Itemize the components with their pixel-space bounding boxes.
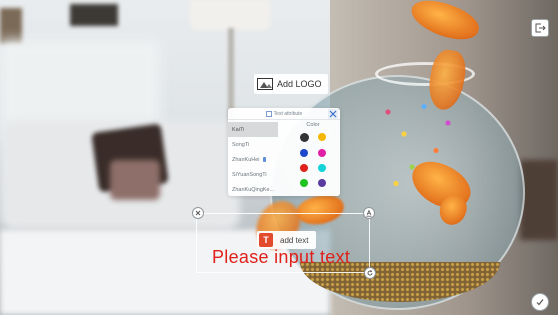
add-logo-button[interactable]: Add LOGO	[254, 74, 328, 94]
add-text-label: add text	[280, 235, 309, 245]
font-option-siyuansongti[interactable]: SiYuanSongTi	[228, 167, 278, 182]
panel-title: Text attribute	[273, 110, 303, 117]
font-option-zhankuqingke[interactable]: ZhanKuQingKe...	[228, 182, 278, 197]
color-swatch[interactable]	[300, 133, 309, 142]
wall-frame	[70, 4, 118, 26]
close-icon	[329, 110, 337, 118]
check-icon	[536, 299, 544, 306]
text-input-placeholder[interactable]: Please input text	[212, 247, 350, 268]
scroll-indicator	[262, 157, 266, 162]
text-attribute-panel: Text attribute KaiTi SongTi ZhanKuHei Si…	[228, 108, 340, 196]
cushion	[520, 160, 558, 240]
font-option-label: SongTi	[232, 141, 250, 148]
color-swatch[interactable]	[300, 149, 308, 157]
color-label: Color	[306, 122, 320, 128]
font-option-label: SiYuanSongTi	[232, 171, 267, 178]
color-swatch[interactable]	[318, 133, 326, 141]
rotate-icon	[367, 270, 373, 276]
lamp-shade	[190, 0, 270, 30]
text-style-button[interactable]	[363, 207, 375, 219]
color-swatch[interactable]	[318, 164, 326, 172]
export-icon	[535, 23, 546, 33]
pillow	[110, 160, 160, 200]
color-swatch[interactable]	[318, 179, 326, 187]
panel-header: Text attribute	[228, 108, 340, 120]
color-swatch[interactable]	[300, 179, 308, 187]
font-list: KaiTi SongTi ZhanKuHei SiYuanSongTi Zhan…	[228, 122, 278, 197]
color-swatch[interactable]	[318, 149, 326, 157]
font-option-label: ZhanKuHei	[232, 156, 260, 163]
font-option-zhankuhei[interactable]: ZhanKuHei	[228, 152, 278, 167]
font-option-songti[interactable]: SongTi	[228, 137, 278, 152]
delete-text-button[interactable]	[192, 207, 204, 219]
confirm-button[interactable]	[531, 293, 549, 311]
text-icon: T	[259, 233, 273, 247]
close-icon	[195, 210, 201, 216]
font-option-label: ZhanKuQingKe...	[232, 186, 275, 193]
font-option-label: KaiTi	[232, 126, 245, 133]
font-option-kaiti[interactable]: KaiTi	[228, 122, 278, 137]
rotate-handle[interactable]	[364, 267, 376, 279]
image-icon	[257, 78, 273, 90]
panel-close-button[interactable]	[328, 109, 338, 119]
color-picker: Color	[290, 122, 336, 187]
color-swatch[interactable]	[300, 164, 308, 172]
color-swatches	[290, 133, 336, 187]
text-style-icon	[366, 209, 372, 217]
wall-frame	[0, 8, 22, 44]
export-button[interactable]	[531, 19, 549, 37]
text-attribute-icon	[265, 110, 272, 117]
add-logo-label: Add LOGO	[277, 79, 322, 89]
